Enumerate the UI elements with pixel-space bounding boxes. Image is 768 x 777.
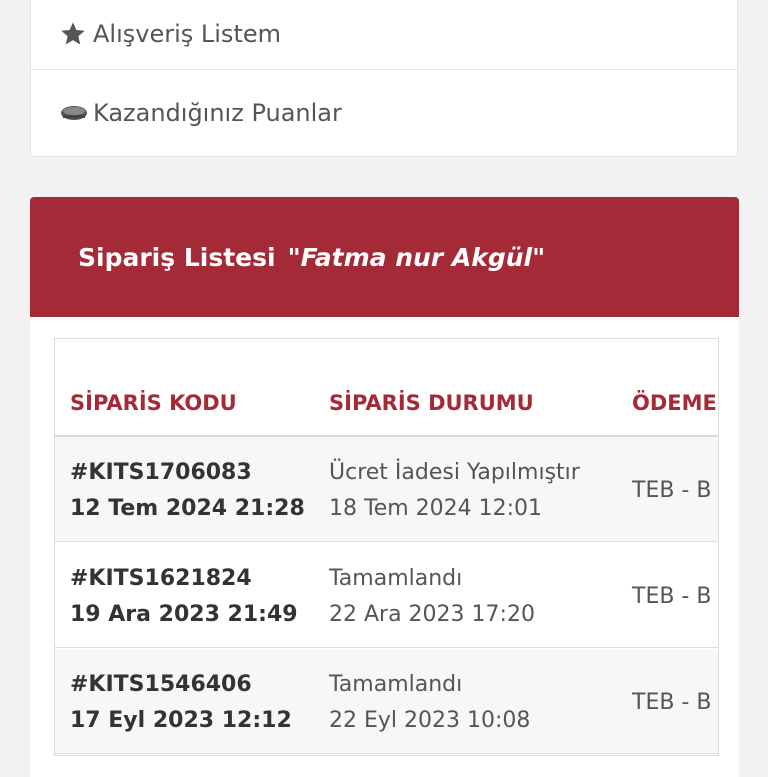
menu-item-shopping-list[interactable]: Alışveriş Listem <box>31 0 737 70</box>
order-date: 19 Ara 2023 21:49 <box>70 602 298 627</box>
table-row[interactable]: #KITS1706083 12 Tem 2024 21:28 Ücret İad… <box>55 437 718 542</box>
payment-method: TEB - B <box>632 690 712 715</box>
header-order-status: SİPARİS DURUMU <box>329 391 534 415</box>
status-date: 18 Tem 2024 12:01 <box>329 496 543 521</box>
order-date: 12 Tem 2024 21:28 <box>70 496 305 521</box>
order-status: Tamamlandı <box>329 566 463 591</box>
menu-item-label: Kazandığınız Puanlar <box>93 99 342 127</box>
header-order-code: SİPARİS KODU <box>70 391 237 415</box>
order-date: 17 Eyl 2023 12:12 <box>70 708 292 733</box>
order-status: Ücret İadesi Yapılmıştır <box>329 460 580 485</box>
order-code: #KITS1706083 <box>70 460 252 485</box>
status-date: 22 Ara 2023 17:20 <box>329 602 535 627</box>
status-date: 22 Eyl 2023 10:08 <box>329 708 531 733</box>
order-status: Tamamlandı <box>329 672 463 697</box>
payment-method: TEB - B <box>632 584 712 609</box>
payment-method: TEB - B <box>632 478 712 503</box>
table-row[interactable]: #KITS1546406 17 Eyl 2023 12:12 Tamamland… <box>55 649 718 754</box>
orders-panel: Sipariş Listesi "Fatma nur Akgül" SİPARİ… <box>30 197 739 777</box>
header-payment: ÖDEME <box>632 391 717 415</box>
order-code: #KITS1621824 <box>70 566 252 591</box>
customer-name: "Fatma nur Akgül" <box>287 242 546 272</box>
menu-item-label: Alışveriş Listem <box>93 20 281 48</box>
panel-title: Sipariş Listesi <box>78 242 276 272</box>
menu-item-earned-points[interactable]: Kazandığınız Puanlar <box>31 70 737 156</box>
account-menu: Alışveriş Listem Kazandığınız Puanlar <box>30 0 738 157</box>
table-row[interactable]: #KITS1621824 19 Ara 2023 21:49 Tamamland… <box>55 543 718 648</box>
star-icon <box>59 20 93 48</box>
orders-panel-header: Sipariş Listesi "Fatma nur Akgül" <box>30 197 739 317</box>
table-header: SİPARİS KODU SİPARİS DURUMU ÖDEME <box>55 339 718 437</box>
coins-icon <box>59 101 93 125</box>
order-code: #KITS1546406 <box>70 672 252 697</box>
orders-table[interactable]: SİPARİS KODU SİPARİS DURUMU ÖDEME #KITS1… <box>54 338 719 756</box>
